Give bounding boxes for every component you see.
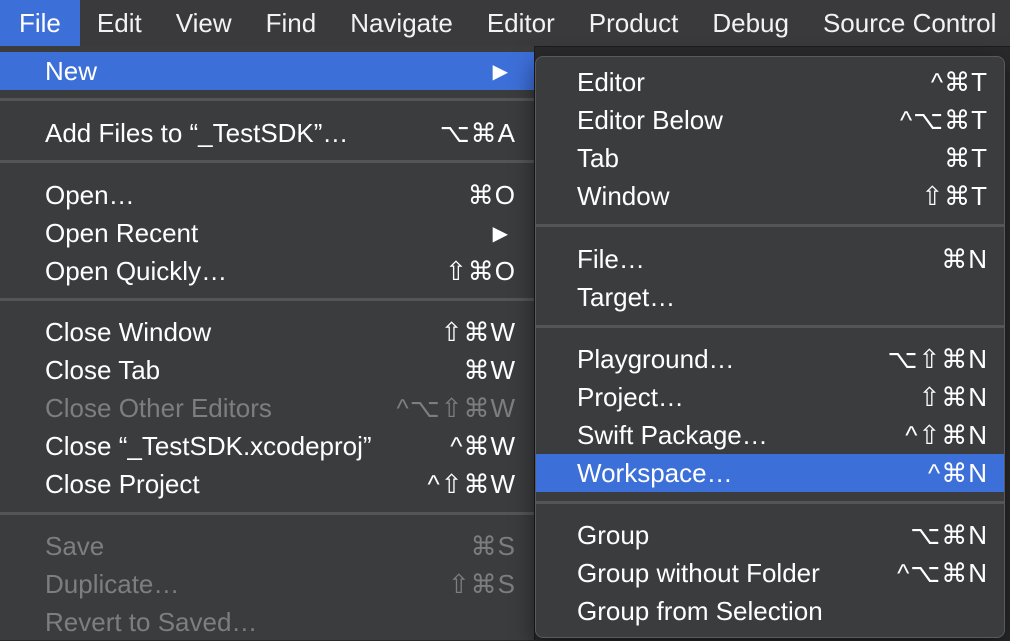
- menu-item-shortcut: ⌘T: [944, 142, 988, 173]
- menu-item-shortcut: ^⌥⇧⌘W: [396, 392, 516, 423]
- menu-separator: [0, 98, 534, 101]
- new-item-swift-package[interactable]: Swift Package… ^⇧⌘N: [536, 416, 1004, 454]
- file-menu-item-revert: Revert to Saved…: [0, 603, 534, 641]
- menu-item-shortcut: ⌘O: [467, 179, 516, 210]
- menu-item-label: Close “_TestSDK.xcodeproj”: [45, 430, 372, 461]
- menu-item-label: Group: [577, 519, 650, 550]
- menu-item-label: Close Other Editors: [45, 392, 272, 423]
- menu-item-label: Add Files to “_TestSDK”…: [45, 117, 349, 148]
- file-menu: New ▶ Add Files to “_TestSDK”… ⌥⌘A Open……: [0, 46, 535, 640]
- menu-item-shortcut: ⇧⌘S: [447, 568, 516, 599]
- new-item-file[interactable]: File… ⌘N: [536, 240, 1004, 278]
- menu-item-shortcut: ⇧⌘W: [440, 316, 516, 347]
- menu-item-label: Open…: [45, 179, 135, 210]
- submenu-arrow-icon: ▶: [492, 222, 508, 245]
- file-menu-item-close-other-editors: Close Other Editors ^⌥⇧⌘W: [0, 389, 534, 427]
- file-menu-item-close-window[interactable]: Close Window ⇧⌘W: [0, 313, 534, 351]
- new-item-window[interactable]: Window ⇧⌘T: [536, 177, 1004, 215]
- menu-item-shortcut: ⇧⌘N: [918, 381, 988, 412]
- menu-item-shortcut: ^⌘T: [930, 66, 988, 97]
- menu-item-shortcut: ^⌥⌘T: [899, 104, 988, 135]
- menu-item-shortcut: ⌘W: [463, 354, 516, 385]
- menu-item-label: New: [45, 55, 98, 86]
- menu-separator: [536, 325, 1004, 328]
- file-menu-item-close-project[interactable]: Close Project ^⇧⌘W: [0, 465, 534, 503]
- file-menu-item-open-quickly[interactable]: Open Quickly… ⇧⌘O: [0, 252, 534, 290]
- menu-item-label: Revert to Saved…: [45, 606, 258, 637]
- menu-item-label: Duplicate…: [45, 568, 180, 599]
- new-item-project[interactable]: Project… ⇧⌘N: [536, 378, 1004, 416]
- new-submenu: Editor ^⌘T Editor Below ^⌥⌘T Tab ⌘T Wind…: [535, 56, 1005, 638]
- menu-product[interactable]: Product: [572, 0, 696, 46]
- menu-item-shortcut: ⌥⇧⌘N: [887, 343, 988, 374]
- menu-item-shortcut: ^⇧⌘N: [905, 419, 988, 450]
- menu-item-label: Group without Folder: [577, 557, 820, 588]
- menu-find[interactable]: Find: [249, 0, 334, 46]
- menu-item-label: Tab: [577, 142, 619, 173]
- new-item-group-without-folder[interactable]: Group without Folder ^⌥⌘N: [536, 554, 1004, 592]
- menu-item-label: Window: [577, 180, 670, 211]
- file-menu-item-open-recent[interactable]: Open Recent ▶: [0, 214, 534, 252]
- new-item-editor[interactable]: Editor ^⌘T: [536, 63, 1004, 101]
- menu-navigate[interactable]: Navigate: [333, 0, 470, 46]
- menu-item-shortcut: ^⌘N: [928, 457, 988, 488]
- menu-item-label: Save: [45, 530, 105, 561]
- menu-item-label: Project…: [577, 381, 684, 412]
- new-item-editor-below[interactable]: Editor Below ^⌥⌘T: [536, 101, 1004, 139]
- new-item-group-from-selection[interactable]: Group from Selection: [536, 592, 1004, 630]
- menu-item-label: Open Quickly…: [45, 255, 228, 286]
- menu-edit[interactable]: Edit: [80, 0, 159, 46]
- menu-item-label: File…: [577, 243, 645, 274]
- menu-separator: [0, 160, 534, 163]
- menu-item-shortcut: ^⌘W: [450, 430, 516, 461]
- menu-item-label: Close Tab: [45, 354, 161, 385]
- menu-view[interactable]: View: [159, 0, 249, 46]
- menu-source-control[interactable]: Source Control: [806, 0, 1010, 46]
- menu-item-label: Close Project: [45, 468, 200, 499]
- new-item-group[interactable]: Group ⌥⌘N: [536, 516, 1004, 554]
- menu-item-shortcut: ⌘N: [941, 243, 988, 274]
- file-menu-item-new[interactable]: New ▶: [0, 52, 534, 90]
- menu-item-label: Editor: [577, 66, 645, 97]
- menu-item-label: Playground…: [577, 343, 735, 374]
- menu-item-shortcut: ^⇧⌘W: [427, 468, 516, 499]
- menu-item-label: Swift Package…: [577, 419, 768, 450]
- submenu-arrow-icon: ▶: [492, 60, 508, 83]
- file-menu-item-duplicate: Duplicate… ⇧⌘S: [0, 565, 534, 603]
- new-item-workspace[interactable]: Workspace… ^⌘N: [536, 454, 1004, 492]
- menu-editor[interactable]: Editor: [470, 0, 572, 46]
- menu-item-label: Group from Selection: [577, 595, 823, 626]
- menu-item-shortcut: ⌥⌘A: [439, 117, 516, 148]
- menu-separator: [536, 501, 1004, 504]
- menu-item-label: Open Recent: [45, 217, 199, 248]
- file-menu-item-close-project-file[interactable]: Close “_TestSDK.xcodeproj” ^⌘W: [0, 427, 534, 465]
- file-menu-item-close-tab[interactable]: Close Tab ⌘W: [0, 351, 534, 389]
- menu-item-shortcut: ⌘S: [470, 530, 516, 561]
- menu-separator: [0, 298, 534, 301]
- menu-item-label: Close Window: [45, 316, 212, 347]
- menu-item-label: Workspace…: [577, 457, 733, 488]
- menu-item-label: Editor Below: [577, 104, 723, 135]
- menu-debug[interactable]: Debug: [695, 0, 806, 46]
- new-item-tab[interactable]: Tab ⌘T: [536, 139, 1004, 177]
- menu-bar: File Edit View Find Navigate Editor Prod…: [0, 0, 1010, 47]
- menu-item-label: Target…: [577, 281, 676, 312]
- new-item-playground[interactable]: Playground… ⌥⇧⌘N: [536, 340, 1004, 378]
- menu-item-shortcut: ⇧⌘T: [921, 180, 988, 211]
- file-menu-item-open[interactable]: Open… ⌘O: [0, 176, 534, 214]
- menu-item-shortcut: ⌥⌘N: [910, 519, 988, 550]
- menu-separator: [0, 512, 534, 515]
- menu-item-shortcut: ⇧⌘O: [444, 255, 516, 286]
- menu-separator: [536, 224, 1004, 227]
- file-menu-item-save: Save ⌘S: [0, 527, 534, 565]
- menu-item-shortcut: ^⌥⌘N: [897, 557, 988, 588]
- file-menu-item-add-files[interactable]: Add Files to “_TestSDK”… ⌥⌘A: [0, 114, 534, 152]
- menu-file[interactable]: File: [0, 0, 80, 46]
- new-item-target[interactable]: Target…: [536, 278, 1004, 316]
